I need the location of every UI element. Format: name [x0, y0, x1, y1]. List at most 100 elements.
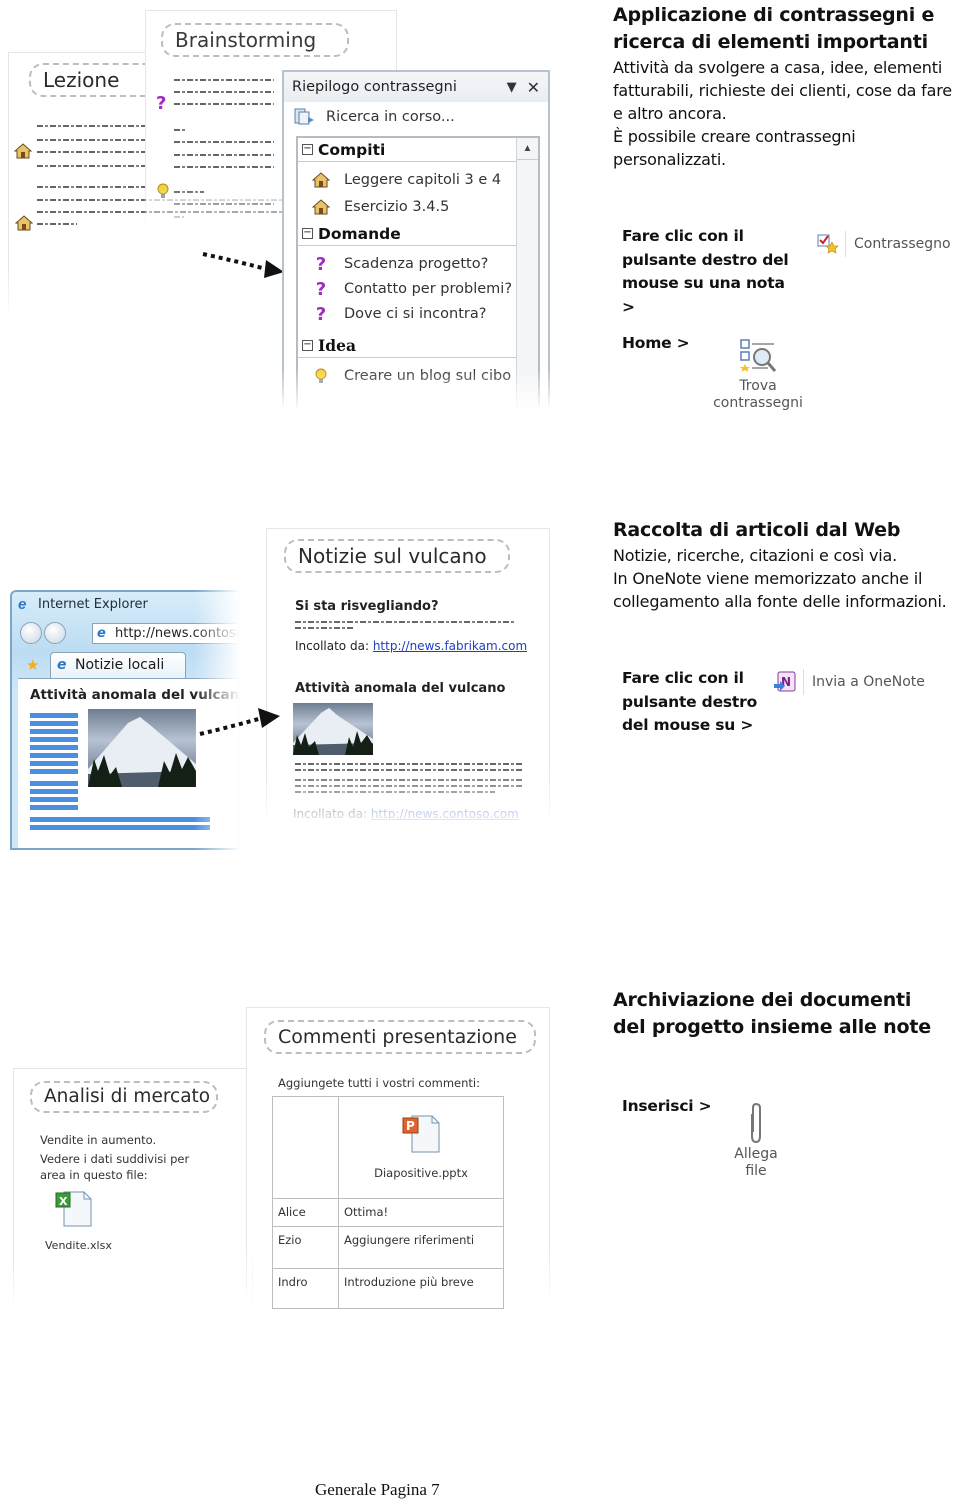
tag-summary-pane: Riepilogo contrassegni ▼ ✕ Ricerca in co… [282, 70, 550, 416]
selected-text [30, 789, 78, 794]
tag-list: − Compiti Leggere capitoli 3 e 4 Esercizi… [296, 136, 540, 416]
excel-file-icon[interactable]: X [54, 1189, 94, 1229]
attach-file-label-1: Allega [734, 1146, 778, 1162]
section1-text: Applicazione di contrassegni e ricerca d… [613, 2, 960, 171]
tag-group-compiti[interactable]: − Compiti [298, 138, 518, 162]
table-cell [272, 1096, 339, 1199]
selected-text [30, 729, 78, 734]
house-icon [14, 143, 32, 159]
pptx-file-name: Diapositive.pptx [374, 1166, 468, 1180]
selected-text [30, 797, 78, 802]
attach-file-label-2: file [745, 1163, 767, 1179]
selected-text [30, 769, 78, 774]
powerpoint-file-icon[interactable]: P [400, 1113, 442, 1155]
svg-text:P: P [406, 1119, 415, 1133]
comment-text: Introduzione più breve [338, 1268, 504, 1309]
section1-body-1: Attività da svolgere a casa, idee, eleme… [613, 58, 952, 123]
clip2-heading: Attività anomala del vulcano [295, 681, 506, 696]
selected-text [30, 753, 78, 758]
address-bar[interactable]: e http://news.contoso.c [92, 623, 238, 644]
clip2-source-link[interactable]: http://news.contoso.com [371, 807, 519, 821]
selected-text [30, 781, 78, 786]
question-icon: ? [315, 253, 327, 275]
page-title-notizie: Notizie sul vulcano [284, 539, 510, 573]
selected-text [30, 761, 78, 766]
paperclip-icon [751, 1102, 761, 1144]
clip1-heading: Si sta risvegliando? [295, 599, 439, 614]
comment-text: Aggiungere riferimenti [338, 1226, 504, 1269]
browser-title: Internet Explorer [38, 597, 148, 612]
collapse-icon[interactable]: − [302, 228, 313, 239]
lightbulb-icon [157, 183, 169, 198]
collapse-icon[interactable]: − [302, 144, 313, 155]
page-analisi: Analisi di mercato Vendite in aumento. V… [13, 1068, 253, 1308]
note-text-line [174, 191, 204, 193]
dotted-arrow [202, 252, 284, 278]
pane-header: Riepilogo contrassegni ▼ ✕ [284, 72, 548, 102]
scroll-up-icon[interactable]: ▲ [517, 138, 538, 160]
clip2-source: Incollato da: http://news.contoso.com [293, 807, 519, 821]
tag-checkbox-star-icon [817, 234, 839, 254]
find-tags-button[interactable]: Trova contrassegni [712, 338, 804, 412]
dotted-arrow [199, 708, 280, 736]
pane-menu-dropdown-icon[interactable]: ▼ [507, 80, 517, 95]
tag-item[interactable]: ? Contatto per problemi? [298, 277, 518, 301]
attach-file-button[interactable]: Allega file [726, 1102, 786, 1180]
browser-tab[interactable]: e Notizie locali [50, 652, 186, 678]
tag-item[interactable]: Leggere capitoli 3 e 4 [298, 168, 518, 192]
question-icon: ? [156, 93, 167, 114]
volcano-photo [293, 703, 373, 755]
comment-author: Alice [272, 1198, 339, 1227]
collapse-icon[interactable]: − [302, 340, 313, 351]
clip2-text-line [295, 785, 523, 787]
tag-item[interactable]: ? Scadenza progetto? [298, 252, 518, 276]
find-tags-label-1: Trova [739, 378, 777, 394]
selected-text [30, 817, 210, 822]
forward-button[interactable] [44, 622, 66, 644]
comment-author: Indro [272, 1268, 339, 1309]
note-text-line [174, 141, 274, 143]
note-text-line [174, 129, 186, 131]
find-tags-label-2: contrassegni [713, 395, 803, 411]
table-cell: P Diapositive.pptx [338, 1096, 504, 1199]
table-row: Ezio Aggiungere riferimenti [272, 1226, 504, 1269]
favorites-star-icon[interactable]: ★ [26, 656, 39, 674]
note-text-line [174, 154, 274, 156]
tag-item[interactable]: Esercizio 3.4.5 [298, 195, 518, 219]
tag-button[interactable]: Contrassegno [817, 231, 951, 257]
search-status-text: Ricerca in corso... [326, 109, 455, 125]
house-icon [312, 199, 330, 215]
tag-item[interactable]: Creare un blog sul cibo [298, 364, 518, 388]
table-row: Alice Ottima! [272, 1198, 504, 1227]
comment-author: Ezio [272, 1226, 339, 1269]
table-row: P Diapositive.pptx [272, 1096, 504, 1199]
ie-logo-icon: e [18, 596, 27, 613]
selected-text [30, 713, 78, 718]
section1-body-2: È possibile creare contrassegni personal… [613, 127, 856, 169]
back-button[interactable] [20, 622, 42, 644]
note-text-line [174, 203, 274, 205]
tag-item[interactable]: ? Dove ci si incontra? [298, 302, 518, 326]
clip2-text-line [295, 791, 495, 793]
selected-text [30, 745, 78, 750]
page-title-brainstorming: Brainstorming [161, 23, 349, 57]
tag-group-domande[interactable]: − Domande [298, 222, 518, 246]
search-status: Ricerca in corso... [284, 102, 548, 132]
question-icon: ? [315, 278, 327, 300]
close-icon[interactable]: ✕ [527, 78, 540, 97]
selected-text [30, 805, 78, 810]
scrollbar[interactable]: ▲ [516, 138, 538, 416]
selected-text [30, 737, 78, 742]
selected-text [30, 721, 78, 726]
lightbulb-icon [315, 368, 327, 383]
clip1-text-line [295, 627, 355, 629]
clip1-source-link[interactable]: http://news.fabrikam.com [373, 639, 527, 653]
note-text-line [37, 223, 77, 225]
market-line-1: Vendite in aumento. [40, 1133, 157, 1147]
find-tags-icon [740, 339, 777, 372]
ie-tab-icon: e [57, 657, 67, 673]
market-line-2: Vedere i dati suddivisi per area in ques… [40, 1152, 190, 1182]
tag-group-idea[interactable]: − Idea [298, 334, 518, 358]
send-to-onenote-button[interactable]: N Invia a OneNote [773, 669, 925, 695]
onenote-icon: N [774, 671, 796, 692]
